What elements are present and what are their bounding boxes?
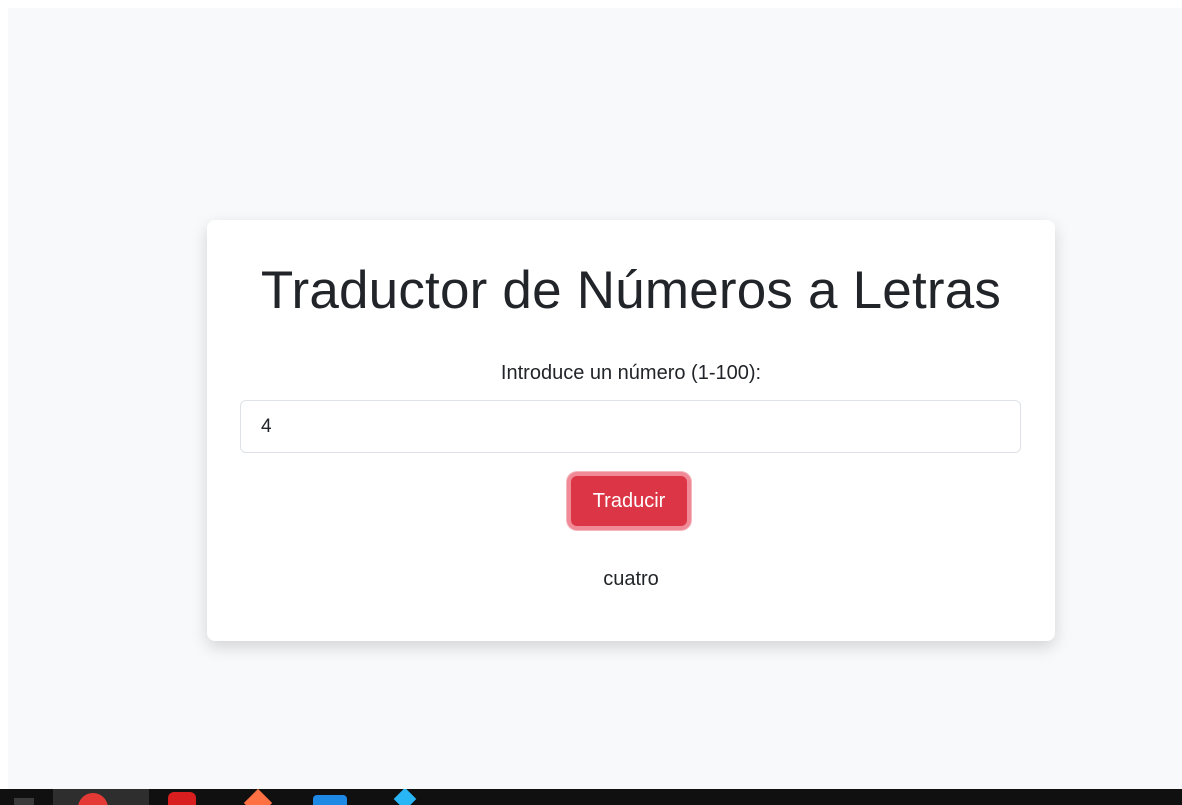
- pen-app-icon[interactable]: [243, 789, 273, 805]
- start-icon[interactable]: [14, 798, 34, 805]
- number-input[interactable]: [240, 400, 1021, 453]
- page-title: Traductor de Números a Letras: [260, 261, 1002, 320]
- translation-result: cuatro: [603, 568, 659, 590]
- number-input-label: Introduce un número (1-100):: [500, 362, 762, 384]
- taskbar: [0, 789, 1182, 805]
- browser-viewport: Traductor de Números a Letras Introduce …: [8, 8, 1182, 789]
- translate-button[interactable]: Traducir: [567, 472, 691, 530]
- blue-app-icon[interactable]: [313, 795, 347, 805]
- red-app-icon[interactable]: [168, 792, 196, 805]
- translator-card: Traductor de Números a Letras Introduce …: [207, 220, 1055, 641]
- teal-app-icon[interactable]: [393, 789, 417, 805]
